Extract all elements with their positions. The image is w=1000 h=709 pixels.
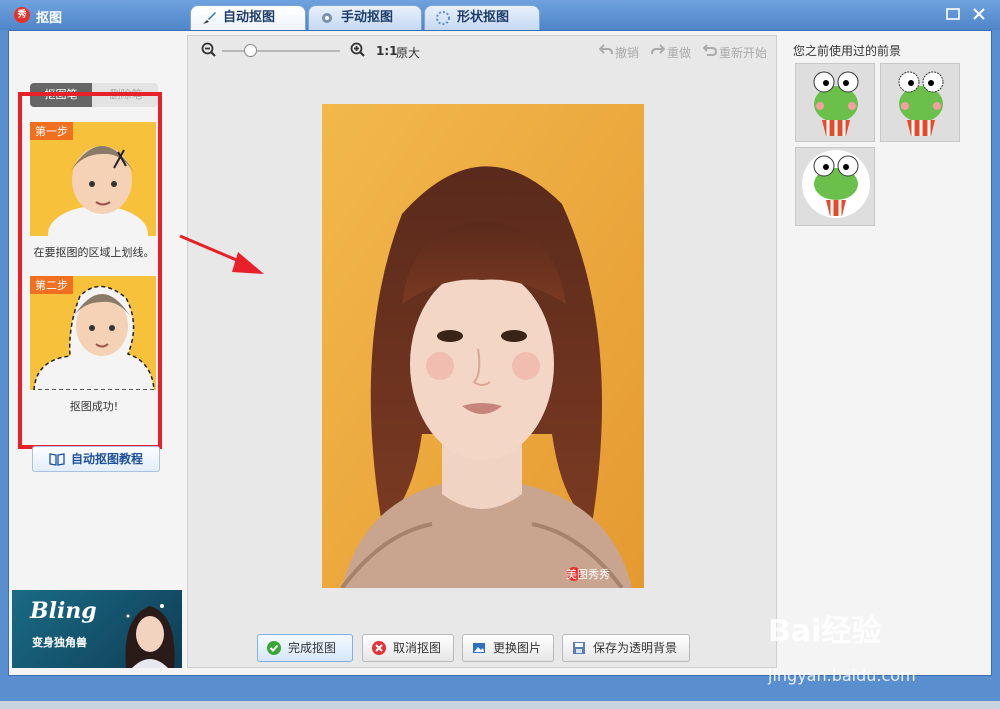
recent-foreground-thumb[interactable] (880, 63, 960, 142)
save-icon (573, 642, 585, 654)
image-icon (473, 643, 485, 653)
undo-button[interactable]: 撤销 (615, 44, 639, 61)
undo-icon (599, 44, 613, 55)
portrait-illustration (322, 104, 644, 588)
brush-icon (203, 12, 216, 24)
tab-manual-cutout-label: 手动抠图 (341, 10, 394, 25)
cancel-cutout-label: 取消抠图 (393, 641, 442, 655)
promo-title: Bling (30, 598, 97, 624)
replace-image-button[interactable]: 更换图片 (462, 634, 554, 662)
actual-size-ratio[interactable]: 1:1 (376, 44, 398, 58)
redo-button[interactable]: 重做 (667, 44, 691, 61)
finish-cutout-label: 完成抠图 (288, 641, 337, 655)
window-title: 抠图 (36, 11, 63, 26)
baidu-watermark: Bai经验 (768, 614, 882, 649)
frog-character-icon (898, 71, 944, 136)
frog-character-icon (813, 71, 859, 136)
auto-cutout-tutorial-button[interactable]: 自动抠图教程 (32, 446, 160, 472)
tab-auto-cutout-label: 自动抠图 (223, 10, 276, 25)
recent-foreground-thumb[interactable] (795, 63, 875, 142)
app-logo: 秀 (14, 7, 30, 23)
zoom-slider-thumb[interactable] (244, 44, 257, 57)
shape-icon (436, 11, 450, 25)
check-icon (267, 641, 281, 655)
gear-icon (322, 13, 332, 23)
promo-subtitle: 变身独角兽 (32, 636, 87, 649)
restart-button[interactable]: 重新开始 (719, 44, 767, 61)
recent-foreground-thumb[interactable] (795, 147, 875, 226)
replace-image-label: 更换图片 (493, 641, 542, 655)
recent-foregrounds-title: 您之前使用过的前景 (793, 44, 902, 58)
zoom-slider-track[interactable] (222, 50, 340, 52)
zoom-in-icon[interactable] (350, 42, 366, 58)
baidu-watermark-url: jingyan.baidu.com (768, 666, 916, 685)
tab-shape-cutout[interactable]: 形状抠图 (424, 5, 540, 30)
annotation-arrow-icon (179, 234, 264, 274)
save-transparent-label: 保存为透明背景 (593, 641, 678, 655)
promo-portrait (125, 604, 175, 668)
photo-watermark: 美图秀秀 (566, 568, 610, 581)
zoom-out-icon[interactable] (201, 42, 217, 58)
save-transparent-button[interactable]: 保存为透明背景 (562, 634, 690, 662)
highlight-annotation-box (18, 92, 162, 449)
portrait-photo[interactable] (322, 104, 644, 588)
finish-cutout-button[interactable]: 完成抠图 (257, 634, 353, 662)
maximize-icon[interactable] (946, 7, 960, 21)
promo-banner[interactable]: Bling 变身独角兽 (12, 590, 182, 668)
tab-shape-cutout-label: 形状抠图 (457, 10, 510, 25)
tutorial-button-label: 自动抠图教程 (71, 452, 144, 466)
book-icon (49, 453, 65, 466)
tab-auto-cutout[interactable]: 自动抠图 (190, 5, 306, 30)
original-size-button[interactable]: 原大 (396, 44, 420, 61)
restart-icon (703, 44, 717, 56)
close-icon[interactable] (972, 7, 986, 21)
taskbar-strip (0, 701, 1000, 709)
tab-manual-cutout[interactable]: 手动抠图 (308, 5, 422, 30)
frog-character-icon (802, 150, 870, 218)
cancel-icon (372, 641, 386, 655)
redo-icon (651, 44, 665, 55)
cancel-cutout-button[interactable]: 取消抠图 (362, 634, 454, 662)
